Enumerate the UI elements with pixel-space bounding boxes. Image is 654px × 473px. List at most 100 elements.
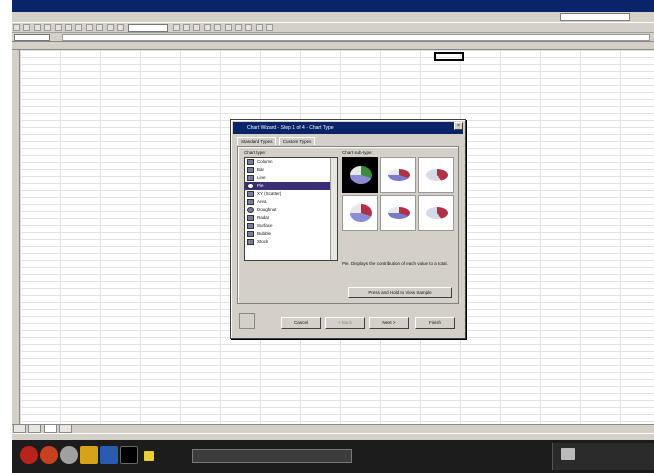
back-button[interactable]: < Back [325, 317, 365, 329]
exploded-pie-3d-icon [388, 207, 410, 219]
app-icon[interactable] [80, 446, 98, 464]
help-search-input[interactable] [560, 13, 630, 21]
pie-of-pie-icon [426, 169, 448, 181]
borders-icon[interactable] [245, 24, 253, 31]
chart-type-item-label: Bar [257, 167, 265, 172]
network-icon[interactable] [561, 448, 575, 460]
press-and-hold-button[interactable]: Press and Hold to View Sample [348, 287, 452, 298]
finish-button[interactable]: Finish [415, 317, 455, 329]
bubble-chart-icon [247, 231, 254, 237]
pie-subtype-selected[interactable] [342, 157, 378, 193]
tab-standard-types[interactable]: Standard Types [237, 137, 277, 145]
menu-bar: ​ [12, 12, 654, 22]
desktop-screen: ​ [12, 0, 654, 473]
pie-3d-subtype[interactable] [380, 157, 416, 193]
chart-type-item[interactable]: Radar [245, 214, 337, 222]
dialog-tabs: Standard Types Custom Types [237, 137, 316, 145]
active-cell[interactable] [434, 52, 464, 61]
app-icon[interactable] [60, 446, 78, 464]
sheet-tab[interactable] [59, 425, 73, 433]
undo-icon[interactable] [85, 24, 93, 31]
chart-type-item-label: Pie [257, 183, 264, 188]
radar-chart-icon [247, 215, 254, 221]
chart-type-label: Chart type: [244, 150, 267, 155]
chart-type-item[interactable]: Line [245, 174, 337, 182]
doughnut-chart-icon [247, 207, 254, 213]
app-icon[interactable] [40, 446, 58, 464]
office-assistant-icon[interactable] [239, 313, 255, 329]
sheet-tab[interactable] [13, 425, 27, 433]
app-icon[interactable] [20, 446, 38, 464]
dialog-body: Chart type: Chart sub-type: Column Bar L… [237, 146, 459, 304]
chart-type-item[interactable]: Area [245, 198, 337, 206]
taskbar-window-button[interactable] [192, 449, 352, 463]
system-tray [552, 443, 654, 470]
underline-icon[interactable] [193, 24, 201, 31]
app-icon[interactable] [120, 446, 138, 464]
name-box[interactable] [14, 34, 50, 41]
bar-chart-icon [247, 167, 254, 173]
chart-sub-type-label: Chart sub-type: [342, 150, 373, 155]
chart-type-item-label: Line [257, 175, 266, 180]
chart-type-item[interactable]: Doughnut [245, 206, 337, 214]
chart-type-item-label: XY (Scatter) [257, 191, 282, 196]
area-chart-icon [247, 199, 254, 205]
surface-chart-icon [247, 223, 254, 229]
copy-icon[interactable] [64, 24, 72, 31]
tab-custom-types[interactable]: Custom Types [278, 137, 316, 145]
sheet-tab[interactable] [28, 425, 42, 433]
cut-icon[interactable] [54, 24, 62, 31]
pie-3d-icon [388, 169, 410, 181]
chart-type-item[interactable]: Bar [245, 166, 337, 174]
pie-of-pie-subtype[interactable] [418, 157, 454, 193]
chart-type-item[interactable]: XY (Scatter) [245, 190, 337, 198]
new-icon[interactable] [13, 24, 20, 31]
cancel-button[interactable]: Cancel [281, 317, 321, 329]
sheet-tab-active[interactable] [43, 425, 57, 433]
percent-icon[interactable] [235, 24, 243, 31]
chart-type-list[interactable]: Column Bar Line Pie XY (Scatter) Area Do… [244, 157, 338, 261]
align-right-icon[interactable] [224, 24, 232, 31]
sum-icon[interactable] [96, 24, 104, 31]
sort-icon[interactable] [106, 24, 114, 31]
align-left-icon[interactable] [203, 24, 211, 31]
chart-type-list-scrollbar[interactable] [330, 158, 337, 260]
column-chart-icon [247, 159, 254, 165]
exploded-pie-subtype[interactable] [342, 195, 378, 231]
chart-type-item[interactable]: Surface [245, 222, 337, 230]
chart-type-item-label: Bubble [257, 231, 272, 236]
sheet-tab-bar [12, 424, 654, 433]
align-center-icon[interactable] [214, 24, 222, 31]
taskbar [12, 440, 654, 473]
chart-type-item[interactable]: Column [245, 158, 337, 166]
chart-wizard-dialog: Chart Wizard - Step 1 of 4 - Chart Type … [230, 119, 466, 339]
fill-color-icon[interactable] [255, 24, 263, 31]
close-icon[interactable]: × [454, 122, 463, 130]
app-icon[interactable] [144, 451, 154, 461]
open-icon[interactable] [23, 24, 31, 31]
excel-title-bar [12, 0, 654, 12]
font-name-select[interactable] [128, 24, 169, 32]
formula-input[interactable] [62, 34, 650, 41]
chart-wizard-icon[interactable] [116, 24, 124, 31]
chart-type-item-selected[interactable]: Pie [245, 182, 337, 190]
pie-chart-icon [247, 183, 254, 189]
dialog-title: Chart Wizard - Step 1 of 4 - Chart Type [233, 122, 463, 134]
bar-of-pie-subtype[interactable] [418, 195, 454, 231]
chart-type-item[interactable]: Bubble [245, 230, 337, 238]
chart-type-item-label: Area [257, 199, 267, 204]
pie-icon [350, 166, 372, 184]
save-icon[interactable] [33, 24, 41, 31]
chart-type-item-label: Stock [257, 239, 269, 244]
stock-chart-icon [247, 239, 254, 245]
exploded-pie-3d-subtype[interactable] [380, 195, 416, 231]
next-button[interactable]: Next > [369, 317, 409, 329]
italic-icon[interactable] [183, 24, 191, 31]
print-icon[interactable] [44, 24, 52, 31]
app-icon[interactable] [100, 446, 118, 464]
chart-type-item[interactable]: Stock [245, 238, 337, 246]
bold-icon[interactable] [172, 24, 180, 31]
row-headers [12, 50, 20, 424]
font-color-icon[interactable] [266, 24, 274, 31]
paste-icon[interactable] [75, 24, 83, 31]
